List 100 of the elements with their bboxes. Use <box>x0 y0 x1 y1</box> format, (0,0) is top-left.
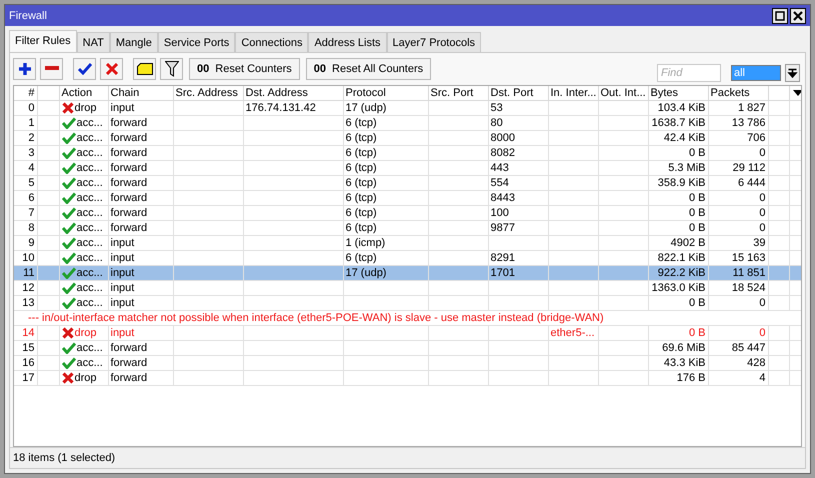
column-header[interactable]: Src. Port <box>428 86 488 100</box>
bytes-cell: 0 B <box>688 192 706 204</box>
column-header[interactable]: Bytes <box>648 86 708 100</box>
rule-row[interactable]: 12 acc... input 1363.0 KiB 18 524 <box>14 280 801 296</box>
column-header[interactable]: Protocol <box>343 86 428 100</box>
bytes-cell: 0 B <box>688 147 706 159</box>
protocol-cell: 6 (tcp) <box>346 207 377 219</box>
filter-button[interactable] <box>160 58 183 80</box>
dst-port-cell: 8443 <box>490 192 515 204</box>
chain-cell: forward <box>110 357 148 369</box>
packets-cell: 0 <box>759 222 766 234</box>
rule-row[interactable]: 17 drop forward 176 B 4 <box>14 370 801 386</box>
bytes-cell: 822.1 KiB <box>658 252 706 264</box>
rule-row[interactable]: 13 acc... input 0 B 0 <box>14 296 801 310</box>
dst-port-cell: 53 <box>490 102 503 114</box>
bytes-cell: 43.3 KiB <box>664 357 706 369</box>
tab[interactable]: Connections <box>235 32 308 52</box>
number-cell: 2 <box>28 132 34 144</box>
rule-row[interactable]: 6 acc... forward 6 (tcp) 8443 0 B 0 <box>14 190 801 206</box>
number-cell: 13 <box>22 297 34 309</box>
column-header[interactable]: Dst. Port <box>488 86 548 100</box>
column-header[interactable]: Src. Address <box>173 86 243 100</box>
number-cell: 11 <box>23 267 34 279</box>
number-cell: 7 <box>28 207 34 219</box>
action-cell: drop <box>74 101 97 114</box>
action-cell: acc... <box>76 266 103 280</box>
number-cell: 3 <box>28 147 34 159</box>
find-field[interactable]: Find <box>657 64 721 82</box>
maximize-icon[interactable] <box>772 8 788 24</box>
column-header[interactable]: In. Inter... <box>548 86 598 100</box>
comment-button[interactable] <box>133 58 156 80</box>
disable-button[interactable] <box>100 58 123 80</box>
column-header[interactable]: Packets <box>708 86 768 100</box>
dst-port-cell: 1701 <box>490 267 515 279</box>
protocol-cell: 6 (tcp) <box>346 147 377 159</box>
column-header[interactable]: Action <box>59 86 108 100</box>
column-header[interactable]: Chain <box>108 86 173 100</box>
action-cell: acc... <box>76 281 103 294</box>
tab[interactable]: Layer7 Protocols <box>386 32 482 52</box>
rule-row[interactable]: 14 drop input ether5-... 0 B 0 <box>14 326 801 340</box>
action-cell: acc... <box>76 176 103 190</box>
chain-cell: input <box>110 252 134 264</box>
rule-row[interactable]: 9 acc... input 1 (icmp) 4902 B 39 <box>14 236 801 250</box>
dst-port-cell: 80 <box>490 117 503 129</box>
rule-row[interactable]: 1 acc... forward 6 (tcp) 80 1638.7 KiB 13 786 <box>14 116 801 130</box>
rule-row[interactable]: 8 acc... forward 6 (tcp) 9877 0 B 0 <box>14 220 801 236</box>
column-header[interactable]: Out. Int... <box>598 86 648 100</box>
number-cell: 17 <box>22 372 34 384</box>
tab[interactable]: Address Lists <box>308 32 386 52</box>
chain-cell: forward <box>110 117 148 129</box>
column-header[interactable]: # <box>14 86 37 100</box>
number-cell: 10 <box>22 252 34 264</box>
dst-port-cell: 554 <box>490 177 509 189</box>
packets-cell: 706 <box>747 132 766 144</box>
rule-row[interactable]: 11 acc... input 17 (udp) 1701 922.2 KiB 11 851 <box>14 266 801 280</box>
column-menu-icon[interactable] <box>793 90 801 96</box>
remove-button[interactable] <box>40 58 63 80</box>
rule-comment: --- in/out-interface matcher not possible when interface (ether5-POE-WAN) is slave - use master instead (bridge-WAN) <box>28 312 604 324</box>
close-icon[interactable] <box>790 8 806 24</box>
rule-row[interactable]: 16 acc... forward 43.3 KiB 428 <box>14 356 801 370</box>
item-count: 18 items (1 selected) <box>13 452 116 464</box>
rule-row[interactable]: 5 acc... forward 6 (tcp) 554 358.9 KiB 6 444 <box>14 176 801 190</box>
enable-button[interactable] <box>73 58 96 80</box>
protocol-cell: 17 (udp) <box>346 267 386 279</box>
rule-row[interactable]: 0 drop input 176.74.131.42 17 (udp) 53 103.4 KiB 1 827 <box>14 100 801 116</box>
in-interface-cell: ether5-... <box>550 327 595 339</box>
action-cell: acc... <box>76 146 103 160</box>
expand-icon[interactable] <box>785 64 800 82</box>
chain-cell: input <box>110 327 134 339</box>
reset-button[interactable]: 00 Reset Counters <box>189 58 300 80</box>
action-cell: acc... <box>76 191 103 204</box>
chain-cell: input <box>110 297 134 309</box>
bytes-cell: 103.4 KiB <box>658 102 706 114</box>
tab[interactable]: Service Ports <box>158 32 236 52</box>
dst-port-cell: 443 <box>490 162 509 174</box>
packets-cell: 1 827 <box>738 102 766 114</box>
reset-button[interactable]: 00 Reset All Counters <box>306 58 432 80</box>
packets-cell: 0 <box>759 297 766 309</box>
rule-row[interactable]: 3 acc... forward 6 (tcp) 8082 0 B 0 <box>14 146 801 160</box>
rule-row[interactable]: 2 acc... forward 6 (tcp) 8000 42.4 KiB 706 <box>14 130 801 146</box>
rule-row[interactable]: 4 acc... forward 6 (tcp) 443 5.3 MiB 29 112 <box>14 160 801 176</box>
tab[interactable]: NAT <box>76 32 110 52</box>
chain-cell: input <box>110 102 134 114</box>
rule-row[interactable]: 7 acc... forward 6 (tcp) 100 0 B 0 <box>14 206 801 220</box>
chain-cell: forward <box>110 207 148 219</box>
rule-row[interactable]: 15 acc... forward 69.6 MiB 85 447 <box>14 340 801 356</box>
chain-cell: input <box>110 267 134 279</box>
tab[interactable]: Filter Rules <box>9 30 77 52</box>
check-icon <box>78 63 92 75</box>
packets-cell: 11 851 <box>732 267 766 279</box>
protocol-cell: 6 (tcp) <box>346 132 377 144</box>
packets-cell: 6 444 <box>738 177 766 189</box>
number-cell: 5 <box>28 177 34 189</box>
add-button[interactable] <box>13 58 36 80</box>
protocol-cell: 6 (tcp) <box>346 117 377 129</box>
number-cell: 0 <box>28 102 34 114</box>
tab[interactable]: Mangle <box>110 32 158 52</box>
column-header[interactable]: Dst. Address <box>243 86 343 100</box>
number-cell: 1 <box>28 117 34 129</box>
filter-icon <box>164 61 178 77</box>
